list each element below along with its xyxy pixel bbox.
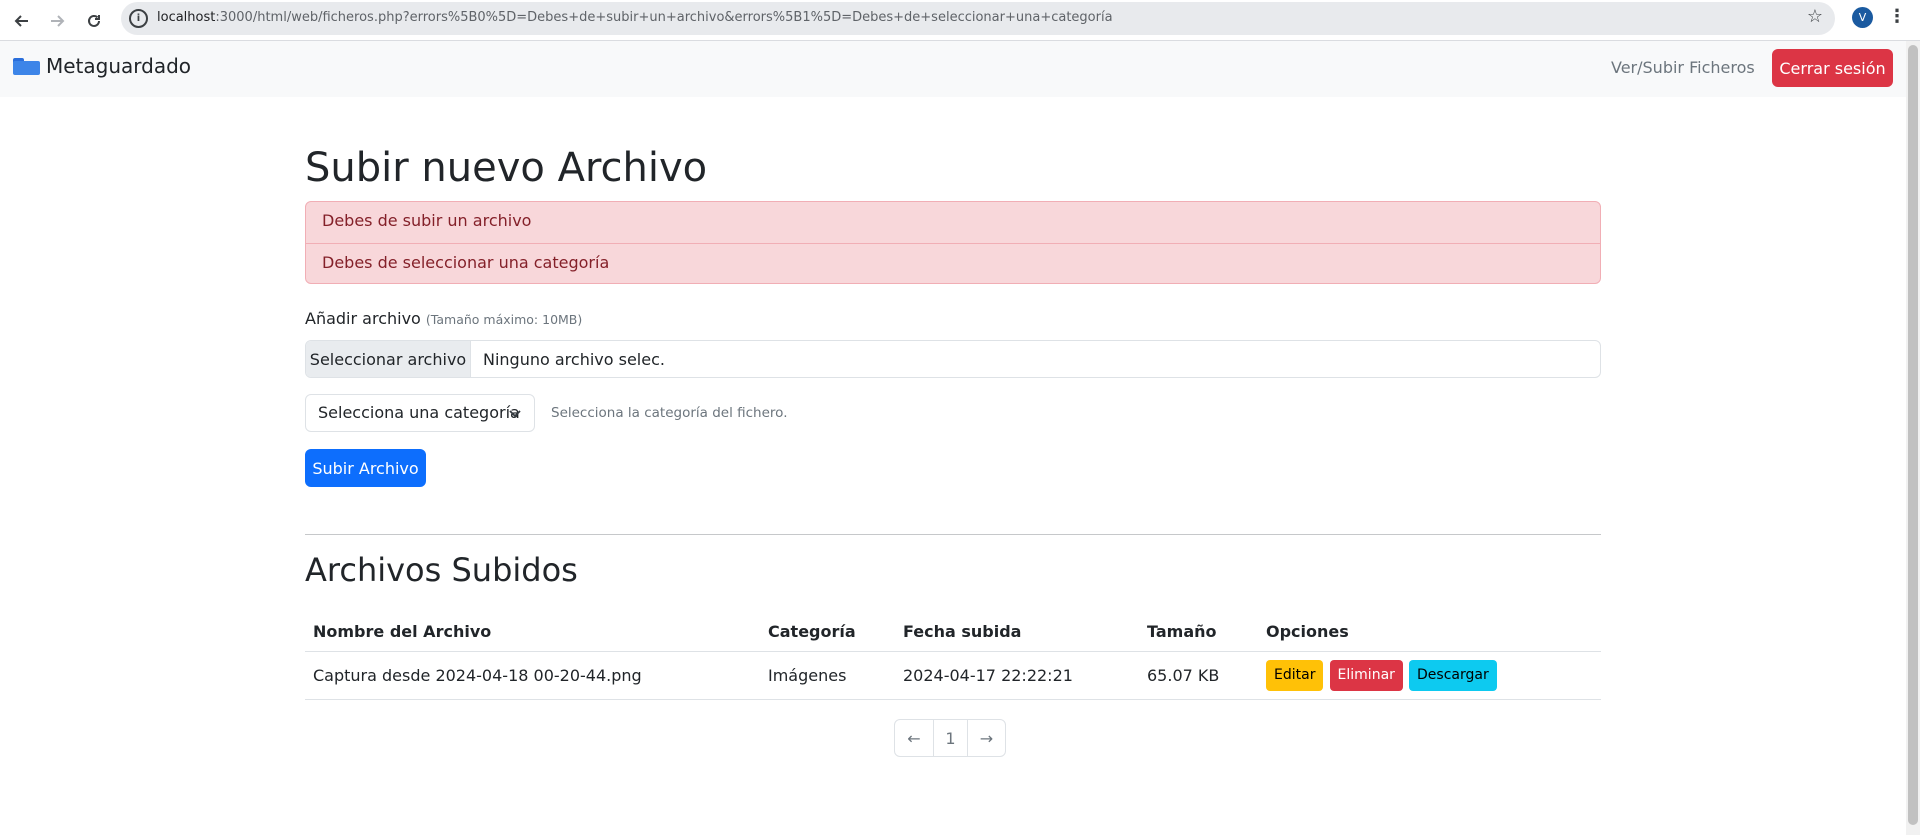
choose-file-button[interactable]: Seleccionar archivo xyxy=(306,341,471,377)
nav-link-files[interactable]: Ver/Subir Ficheros xyxy=(1611,58,1755,77)
file-name-cell: Captura desde 2024-04-18 00-20-44.png xyxy=(305,651,760,700)
table-header-row: Nombre del Archivo Categoría Fecha subid… xyxy=(305,612,1601,652)
url-text[interactable]: localhost:3000/html/web/ficheros.php?err… xyxy=(157,10,1113,25)
folder-icon xyxy=(13,56,40,76)
column-header: Opciones xyxy=(1258,612,1601,652)
brand-name: Metaguardado xyxy=(46,54,192,78)
download-button[interactable]: Descargar xyxy=(1409,659,1497,691)
options-cell: Editar Eliminar Descargar xyxy=(1258,651,1601,700)
files-table: Nombre del Archivo Categoría Fecha subid… xyxy=(305,612,1601,700)
next-page-button[interactable]: → xyxy=(967,720,1005,756)
category-help-text: Selecciona la categoría del fichero. xyxy=(551,405,788,421)
edit-button[interactable]: Editar xyxy=(1266,659,1324,691)
column-header: Tamaño xyxy=(1139,612,1258,652)
table-row: Captura desde 2024-04-18 00-20-44.png Im… xyxy=(305,651,1601,700)
browser-toolbar: i localhost:3000/html/web/ficheros.php?e… xyxy=(0,0,1920,41)
column-header: Nombre del Archivo xyxy=(305,612,760,652)
file-input[interactable]: Seleccionar archivo Ninguno archivo sele… xyxy=(305,340,1601,378)
file-size-hint: (Tamaño máximo: 10MB) xyxy=(425,312,583,327)
brand-link[interactable]: Metaguardado xyxy=(13,54,191,78)
page-number-button[interactable]: 1 xyxy=(933,720,967,756)
back-button[interactable] xyxy=(7,6,37,36)
category-select[interactable]: Selecciona una categoría xyxy=(305,394,535,432)
reload-button[interactable] xyxy=(79,6,109,36)
column-header: Categoría xyxy=(760,612,895,652)
forward-button[interactable] xyxy=(42,6,72,36)
arrow-right-icon xyxy=(51,15,65,27)
size-cell: 65.07 KB xyxy=(1139,651,1258,700)
page-scrollbar[interactable] xyxy=(1906,41,1920,835)
delete-button[interactable]: Eliminar xyxy=(1329,659,1403,691)
pagination: ← 1 → xyxy=(894,719,1006,757)
menu-kebab-icon[interactable]: ⋮ xyxy=(1888,6,1906,27)
site-navbar: Metaguardado Ver/Subir Ficheros Cerrar s… xyxy=(0,41,1906,97)
upload-button[interactable]: Subir Archivo xyxy=(305,449,426,487)
prev-page-button[interactable]: ← xyxy=(895,720,933,756)
column-header: Fecha subida xyxy=(895,612,1139,652)
logout-button[interactable]: Cerrar sesión xyxy=(1772,49,1893,87)
site-info-icon[interactable]: i xyxy=(129,9,148,28)
page-title: Subir nuevo Archivo xyxy=(305,145,708,191)
file-name-display: Ninguno archivo selec. xyxy=(483,349,665,369)
reload-icon xyxy=(88,14,100,27)
profile-avatar[interactable]: V xyxy=(1852,7,1873,28)
error-alert: Debes de subir un archivo Debes de selec… xyxy=(305,201,1601,284)
arrow-left-icon xyxy=(14,15,28,27)
scrollbar-thumb[interactable] xyxy=(1908,45,1918,825)
bookmark-star-icon[interactable]: ☆ xyxy=(1807,6,1823,27)
error-message: Debes de subir un archivo xyxy=(322,211,532,230)
chevron-down-icon xyxy=(509,410,521,418)
address-bar[interactable]: i localhost:3000/html/web/ficheros.php?e… xyxy=(121,2,1835,35)
file-label: Añadir archivo (Tamaño máximo: 10MB) xyxy=(305,309,583,328)
section-divider xyxy=(305,534,1601,535)
date-cell: 2024-04-17 22:22:21 xyxy=(895,651,1139,700)
error-message: Debes de seleccionar una categoría xyxy=(306,243,1600,284)
files-section-title: Archivos Subidos xyxy=(305,551,578,589)
category-cell: Imágenes xyxy=(760,651,895,700)
